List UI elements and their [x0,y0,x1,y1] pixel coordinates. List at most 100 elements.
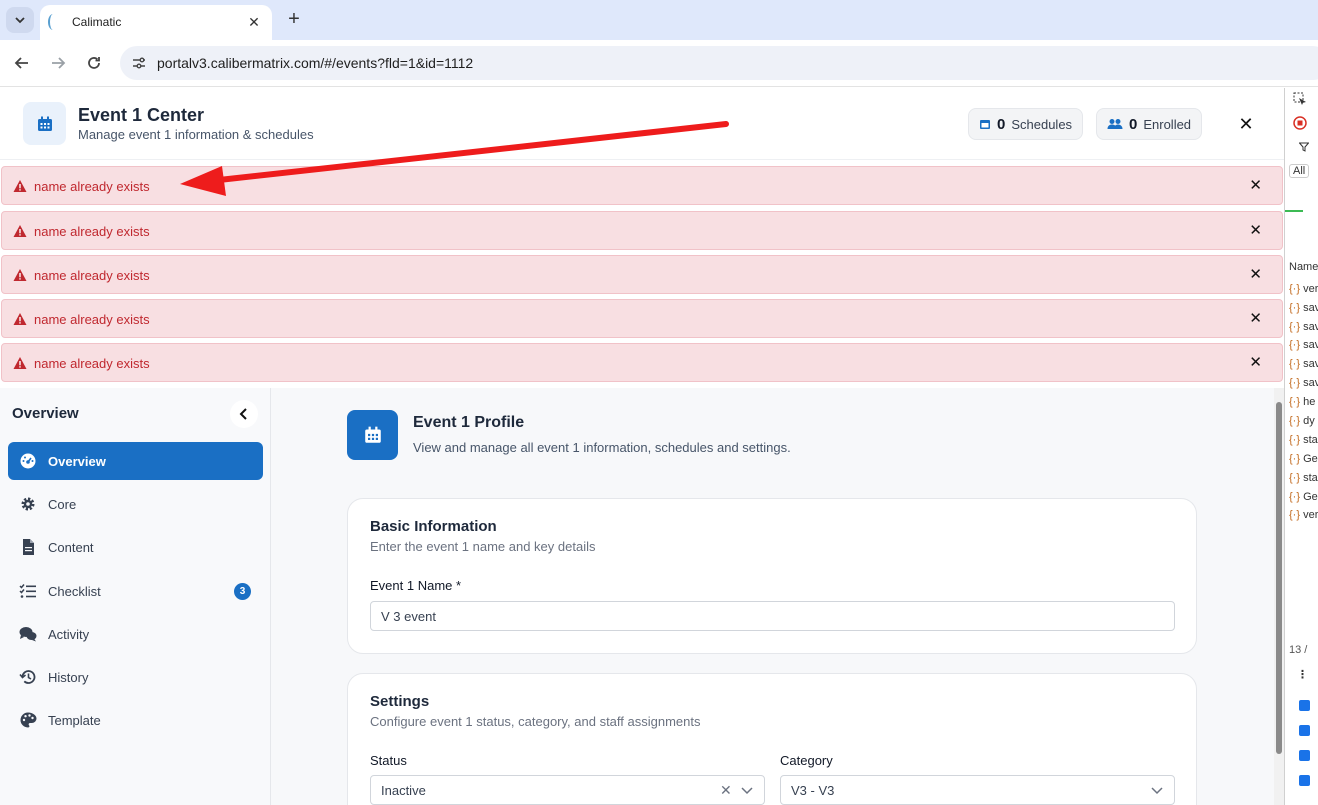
network-row[interactable]: {·} ver [1289,509,1318,521]
network-row[interactable]: {·} sav [1289,321,1318,333]
network-row[interactable]: {·} sav [1289,339,1318,351]
event-center-header: Event 1 Center Manage event 1 informatio… [0,88,1284,160]
enrolled-pill[interactable]: 0 Enrolled [1096,108,1203,140]
status-label: Status [370,753,407,768]
alert-close-icon[interactable]: ✕ [1249,353,1262,371]
alert-message: name already exists [34,312,150,327]
checkbox[interactable] [1299,750,1310,761]
warning-icon [13,269,27,281]
network-row[interactable]: {·} sav [1289,358,1318,370]
network-row[interactable]: {·} Ge [1289,453,1318,465]
address-bar[interactable]: portalv3.calibermatrix.com/#/events?fld=… [120,46,1318,80]
category-select[interactable]: V3 - V3 [780,775,1175,805]
error-alert: name already exists ✕ [1,299,1283,338]
tab-close-icon[interactable]: ✕ [244,12,264,32]
back-button[interactable] [10,51,34,75]
status-value: Inactive [381,783,426,798]
clear-icon[interactable]: ✕ [720,782,732,799]
sidebar-item-history[interactable]: History [8,658,263,696]
alert-close-icon[interactable]: ✕ [1249,265,1262,283]
network-row[interactable]: {·} sta [1289,472,1318,484]
sidebar-item-label: Template [48,713,101,728]
browser-toolbar: portalv3.calibermatrix.com/#/events?fld=… [0,40,1318,87]
schedules-pill[interactable]: 0 Schedules [968,108,1084,140]
site-settings-icon[interactable] [130,54,148,72]
basic-information-card: Basic Information Enter the event 1 name… [347,498,1197,654]
main-scrollbar[interactable] [1274,388,1284,805]
network-row[interactable]: {·} dy [1289,415,1315,427]
checkbox[interactable] [1299,700,1310,711]
url-text: portalv3.calibermatrix.com/#/events?fld=… [157,55,474,71]
devtools-panel: All Name {·} ver {·} sav {·} sav {·} sav… [1284,88,1318,805]
sidebar: Overview Overview Core Content Checklist… [0,388,271,805]
category-label: Category [780,753,833,768]
scrollbar-thumb[interactable] [1276,402,1282,754]
sidebar-item-label: History [48,670,89,685]
alert-close-icon[interactable]: ✕ [1249,176,1262,194]
sidebar-item-activity[interactable]: Activity [8,615,263,653]
alert-close-icon[interactable]: ✕ [1249,221,1262,239]
chevron-down-icon[interactable] [741,784,753,796]
reload-icon [88,57,100,69]
sidebar-item-content[interactable]: Content [8,528,263,566]
calendar-icon [347,410,398,460]
enrolled-label: Enrolled [1143,116,1192,132]
warning-icon [13,357,27,369]
filter-icon[interactable] [1299,142,1309,152]
more-options-icon[interactable]: ⋮ [1297,668,1308,681]
checkbox[interactable] [1299,775,1310,786]
checklist-icon [19,584,36,598]
network-row[interactable]: {·} ver [1289,283,1318,295]
chevron-down-icon[interactable] [1151,784,1163,796]
network-row[interactable]: {·} sav [1289,377,1318,389]
page-title: Event 1 Center [78,105,205,125]
palette-icon [20,712,37,728]
element-picker-icon[interactable] [1293,92,1307,106]
forward-button[interactable] [46,51,70,75]
checklist-count-badge: 3 [234,583,251,600]
enrolled-count: 0 [1129,115,1138,133]
sidebar-item-label: Activity [48,627,90,642]
network-row[interactable]: {·} Ge [1289,491,1318,503]
sidebar-collapse-button[interactable] [230,400,258,428]
close-icon[interactable]: ✕ [1236,114,1256,134]
network-row[interactable]: {·} sav [1289,302,1318,314]
sidebar-item-label: Overview [48,454,106,469]
alert-close-icon[interactable]: ✕ [1249,309,1262,327]
forward-arrow-icon [52,57,66,69]
sidebar-item-core[interactable]: Core [8,485,263,523]
history-icon [19,670,36,684]
settings-card: Settings Configure event 1 status, categ… [347,673,1197,805]
sidebar-item-template[interactable]: Template [8,701,263,739]
chat-icon [19,627,37,642]
network-row[interactable]: {·} sta [1289,434,1318,446]
calendar-small-icon [980,120,990,129]
tab-search-button[interactable] [6,7,34,33]
calendar-icon [23,102,66,145]
network-row[interactable]: {·} he [1289,396,1315,408]
request-count: 13 / [1289,644,1308,656]
alert-message: name already exists [34,356,150,371]
schedules-count: 0 [997,115,1006,133]
sidebar-heading: Overview [12,405,79,422]
sidebar-item-overview[interactable]: Overview [8,442,263,480]
browser-tab[interactable]: Calimatic ✕ [40,5,272,40]
gear-icon [21,497,35,511]
checkbox[interactable] [1299,725,1310,736]
document-icon [23,539,34,555]
event-name-label: Event 1 Name * [370,578,462,593]
category-value: V3 - V3 [791,783,835,798]
name-column-header[interactable]: Name [1289,261,1318,273]
tab-title: Calimatic [72,15,122,29]
record-stop-icon[interactable] [1293,116,1307,130]
sidebar-item-checklist[interactable]: Checklist 3 [8,572,263,610]
filter-all-button[interactable]: All [1289,164,1310,178]
event-name-input[interactable]: V 3 event [370,601,1175,631]
new-tab-button[interactable]: + [282,8,306,32]
status-select[interactable]: Inactive ✕ [370,775,765,805]
card-subtitle: Configure event 1 status, category, and … [370,714,701,729]
warning-icon [13,225,27,237]
reload-button[interactable] [82,51,106,75]
error-alert: name already exists ✕ [1,343,1283,382]
sidebar-item-label: Content [48,540,94,555]
